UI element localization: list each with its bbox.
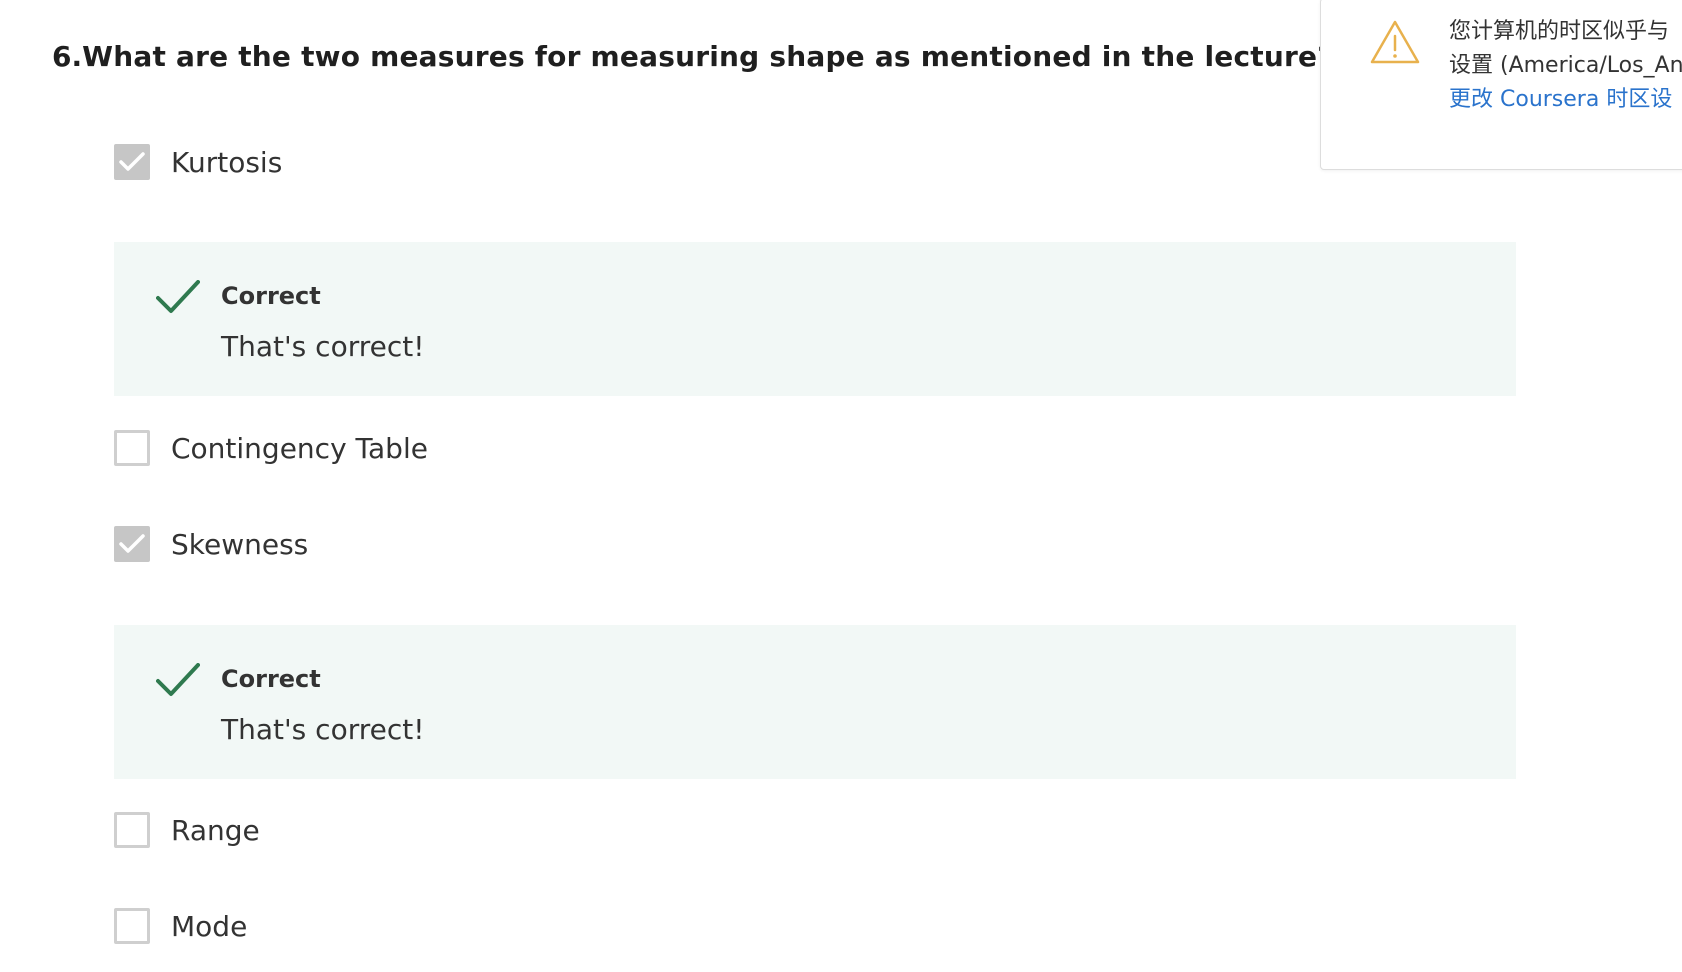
check-icon	[119, 534, 145, 553]
feedback-correct: Correct That's correct!	[114, 625, 1516, 779]
option-range[interactable]: Range	[114, 812, 260, 848]
option-label: Contingency Table	[171, 431, 428, 465]
option-label: Skewness	[171, 527, 309, 561]
option-skewness[interactable]: Skewness	[114, 526, 308, 562]
checkbox-range[interactable]	[114, 812, 150, 848]
option-label: Mode	[171, 909, 248, 943]
quiz-page: 6. What are the two measures for measuri…	[0, 0, 1682, 972]
feedback-title: Correct	[221, 282, 321, 310]
question: 6. What are the two measures for measuri…	[52, 40, 1322, 73]
check-icon	[119, 152, 145, 171]
feedback-text: That's correct!	[221, 713, 425, 746]
option-label: Kurtosis	[171, 145, 283, 179]
checkbox-kurtosis[interactable]	[114, 144, 150, 180]
feedback-correct: Correct That's correct!	[114, 242, 1516, 396]
checkmark-icon	[156, 280, 200, 313]
option-mode[interactable]: Mode	[114, 908, 247, 944]
feedback-title: Correct	[221, 665, 321, 693]
checkbox-mode[interactable]	[114, 908, 150, 944]
checkbox-skewness[interactable]	[114, 526, 150, 562]
question-text: What are the two measures for measuring …	[82, 40, 1322, 73]
checkbox-contingency-table[interactable]	[114, 430, 150, 466]
change-timezone-link[interactable]: 更改 Coursera 时区设	[1449, 83, 1682, 117]
option-label: Range	[171, 813, 260, 847]
option-contingency-table[interactable]: Contingency Table	[114, 430, 428, 466]
question-number: 6.	[52, 40, 83, 73]
timezone-notification: 您计算机的时区似乎与 设置 (America/Los_An 更改 Courser…	[1320, 0, 1682, 170]
warning-icon	[1370, 20, 1420, 64]
option-kurtosis[interactable]: Kurtosis	[114, 144, 282, 180]
notification-line-1: 您计算机的时区似乎与	[1449, 19, 1670, 44]
checkmark-icon	[156, 663, 200, 696]
feedback-text: That's correct!	[221, 330, 425, 363]
notification-line-2: 设置 (America/Los_An	[1449, 53, 1682, 78]
